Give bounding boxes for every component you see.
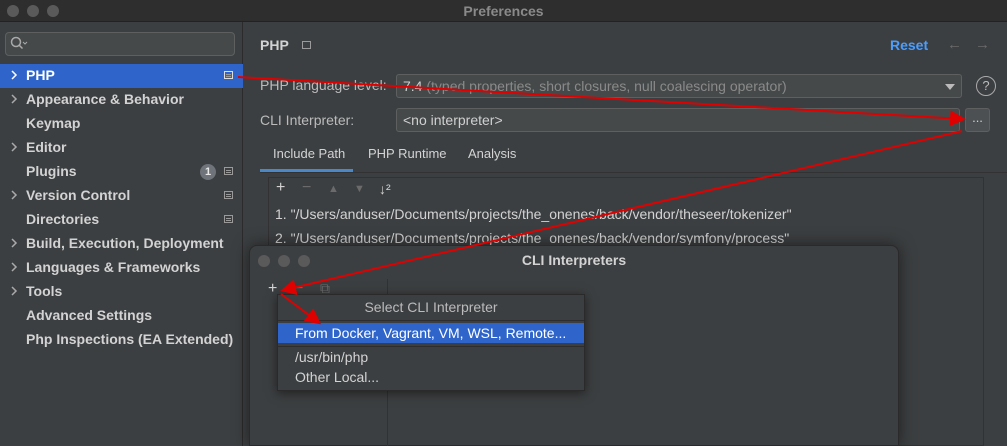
select-interpreter-popup: Select CLI Interpreter From Docker, Vagr… — [277, 294, 585, 391]
popup-divider — [278, 320, 584, 321]
menu-item-remote-interpreter[interactable]: From Docker, Vagrant, VM, WSL, Remote... — [278, 323, 584, 343]
tabs-divider — [260, 172, 1007, 173]
help-icon[interactable]: ? — [976, 76, 996, 96]
search-icon — [10, 36, 28, 50]
sidebar-item-label: Appearance & Behavior — [26, 91, 184, 107]
list-item[interactable]: 1. "/Users/anduser/Documents/projects/th… — [275, 206, 792, 222]
language-level-version: 7.4 — [403, 78, 423, 94]
browse-interpreters-button[interactable]: ... — [965, 108, 990, 132]
reset-button[interactable]: Reset — [890, 37, 928, 53]
sidebar-item-keymap[interactable]: Keymap — [0, 112, 243, 136]
sidebar-item-label: Editor — [26, 139, 67, 155]
sidebar-item-languages[interactable]: Languages & Frameworks — [0, 256, 243, 280]
add-interpreter-button[interactable]: + — [268, 280, 277, 298]
dialog-title: CLI Interpreters — [521, 252, 627, 268]
language-level-value: 7.4 (typed properties, short closures, n… — [403, 78, 787, 94]
sidebar-item-label: Languages & Frameworks — [26, 259, 201, 275]
chevron-right-icon — [11, 238, 18, 248]
menu-item-other-local[interactable]: Other Local... — [278, 367, 584, 387]
sort-button[interactable]: ↓² — [379, 181, 391, 197]
sidebar-item-tools[interactable]: Tools — [0, 280, 243, 304]
tab-include-path[interactable]: Include Path — [273, 146, 345, 161]
sidebar-item-advanced[interactable]: Advanced Settings — [0, 304, 243, 328]
sidebar-item-plugins[interactable]: Plugins 1 — [0, 160, 243, 184]
tab-php-runtime[interactable]: PHP Runtime — [368, 146, 447, 161]
menu-item-usr-bin-php[interactable]: /usr/bin/php — [278, 347, 584, 367]
forward-arrow-icon[interactable]: → — [975, 36, 990, 53]
sidebar-item-label: PHP — [26, 67, 55, 83]
move-up-button[interactable]: ▲ — [328, 183, 339, 195]
sidebar-item-label: Directories — [26, 211, 100, 227]
plugin-update-badge: 1 — [200, 164, 216, 180]
move-down-button[interactable]: ▼ — [354, 183, 365, 195]
remove-path-button[interactable]: − — [302, 179, 311, 197]
language-level-hint: (typed properties, short closures, null … — [426, 78, 787, 94]
sidebar-item-php-inspections[interactable]: Php Inspections (EA Extended) — [0, 328, 243, 352]
page-title: PHP — [260, 37, 289, 53]
sidebar-item-directories[interactable]: Directories — [0, 208, 243, 232]
sidebar-item-label: Version Control — [26, 187, 131, 203]
sidebar-item-label: Php Inspections (EA Extended) — [26, 331, 234, 347]
project-settings-icon — [302, 41, 311, 49]
project-settings-icon — [224, 71, 233, 79]
cli-interpreter-select[interactable]: <no interpreter> — [396, 108, 960, 132]
tab-analysis[interactable]: Analysis — [468, 146, 516, 161]
menu-item-label: From Docker, Vagrant, VM, WSL, Remote... — [295, 325, 567, 341]
sidebar-item-editor[interactable]: Editor — [0, 136, 243, 160]
chevron-right-icon — [11, 262, 18, 272]
sidebar-item-version-control[interactable]: Version Control — [0, 184, 243, 208]
chevron-right-icon — [11, 190, 18, 200]
cli-interpreter-label: CLI Interpreter: — [260, 112, 355, 128]
search-input[interactable] — [5, 32, 235, 56]
sidebar-item-build[interactable]: Build, Execution, Deployment — [0, 232, 243, 256]
chevron-down-icon — [945, 84, 955, 90]
sidebar-item-php[interactable]: PHP — [0, 64, 243, 88]
project-settings-icon — [224, 191, 233, 199]
sidebar-item-label: Plugins — [26, 163, 77, 179]
chevron-right-icon — [11, 70, 18, 80]
add-path-button[interactable]: + — [276, 179, 285, 197]
sidebar-item-label: Tools — [26, 283, 63, 299]
window-title: Preferences — [463, 3, 544, 19]
chevron-right-icon — [11, 142, 18, 152]
language-level-select[interactable]: 7.4 (typed properties, short closures, n… — [396, 74, 962, 98]
chevron-right-icon — [11, 94, 18, 104]
title-bar: Preferences — [0, 0, 1007, 22]
sidebar-item-appearance[interactable]: Appearance & Behavior — [0, 88, 243, 112]
list-item[interactable]: 2. "/Users/anduser/Documents/projects/th… — [275, 230, 789, 246]
settings-sidebar: PHP Appearance & Behavior Keymap Editor … — [0, 22, 243, 446]
sidebar-item-label: Build, Execution, Deployment — [26, 235, 224, 251]
menu-item-label: Other Local... — [295, 369, 380, 385]
language-level-label: PHP language level: — [260, 77, 387, 93]
project-settings-icon — [224, 167, 233, 175]
back-arrow-icon[interactable]: ← — [947, 36, 962, 53]
project-settings-icon — [224, 215, 233, 223]
sidebar-item-label: Keymap — [26, 115, 81, 131]
cli-interpreter-value: <no interpreter> — [403, 112, 503, 128]
chevron-right-icon — [11, 286, 18, 296]
popup-title: Select CLI Interpreter — [364, 299, 498, 315]
sidebar-item-label: Advanced Settings — [26, 307, 153, 323]
menu-item-label: /usr/bin/php — [295, 349, 369, 365]
